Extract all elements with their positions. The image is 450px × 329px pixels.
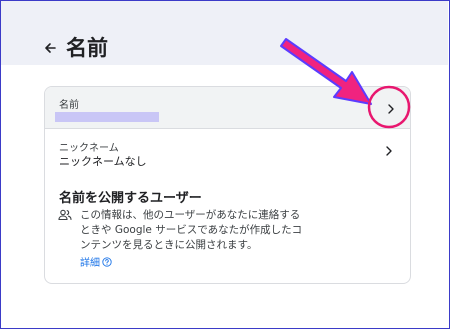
help-circle-icon xyxy=(102,256,112,267)
name-settings-card: 名前 ニックネーム ニックネームなし 名前を公開するユーザー この情報は、他のユ… xyxy=(44,86,411,284)
back-arrow-icon[interactable] xyxy=(42,40,58,56)
nickname-row[interactable]: ニックネーム ニックネームなし xyxy=(45,129,410,173)
details-link-label[interactable]: 詳細 xyxy=(80,254,100,269)
page-title: 名前 xyxy=(66,36,108,60)
nickname-label: ニックネーム xyxy=(59,143,119,154)
visibility-description: この情報は、他のユーザーがあなたに連絡するときや Google サービスであなた… xyxy=(80,209,303,251)
people-icon xyxy=(58,209,72,221)
name-row-label: 名前 xyxy=(59,100,79,111)
nickname-value: ニックネームなし xyxy=(59,155,147,168)
chevron-right-icon[interactable] xyxy=(384,145,394,157)
visibility-section-title: 名前を公開するユーザー xyxy=(59,191,202,206)
name-row[interactable]: 名前 xyxy=(45,87,410,129)
redacted-name-value xyxy=(55,112,159,122)
chevron-right-icon[interactable] xyxy=(386,103,396,115)
details-link[interactable]: 詳細 xyxy=(80,254,112,269)
